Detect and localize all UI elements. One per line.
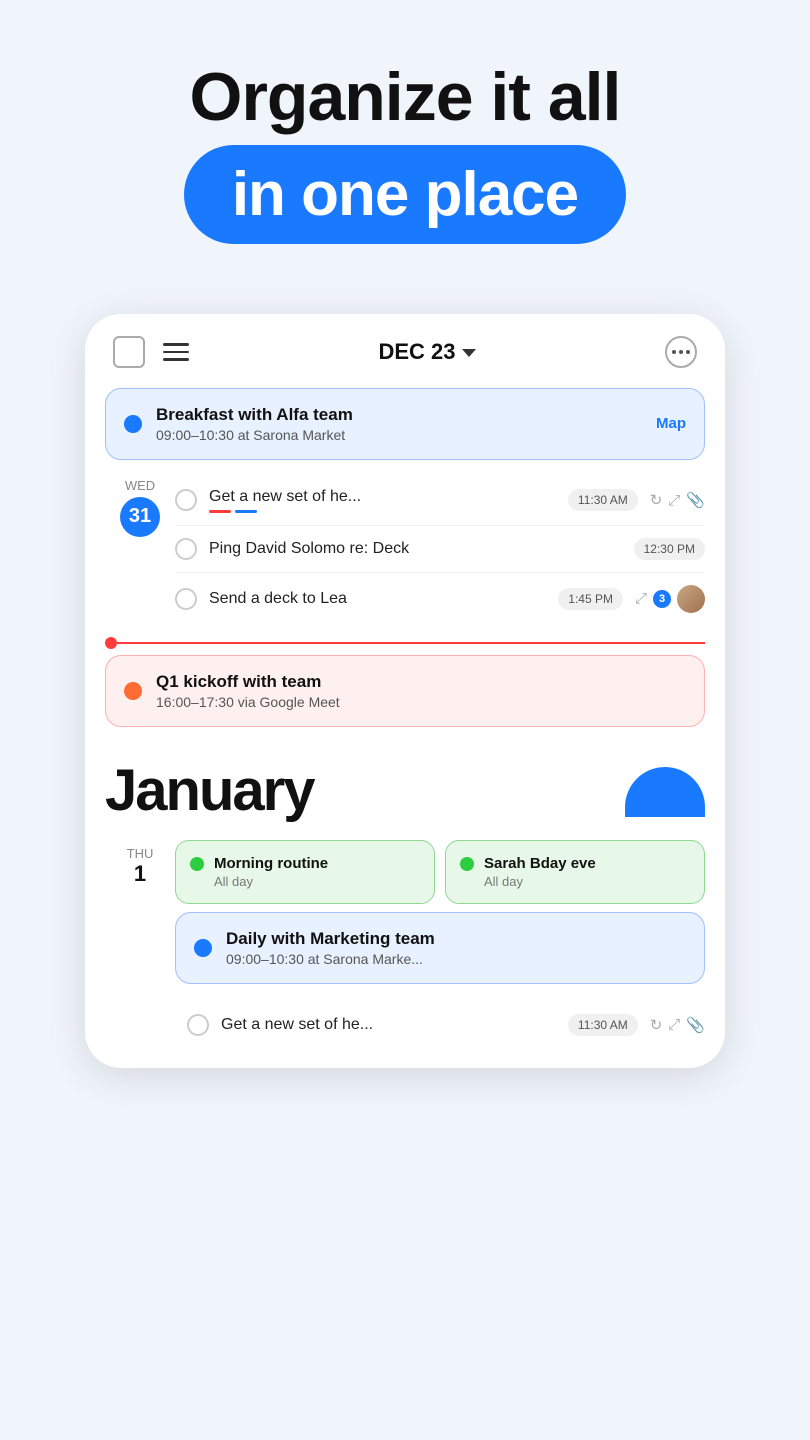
allday-card-sarah[interactable]: Sarah Bday eve All day bbox=[445, 840, 705, 904]
event-title: Breakfast with Alfa team bbox=[156, 405, 642, 425]
allday-sub: All day bbox=[214, 874, 328, 889]
month-title: January bbox=[105, 757, 625, 824]
kickoff-event-info: Q1 kickoff with team 16:00–17:30 via Goo… bbox=[156, 672, 686, 710]
kickoff-subtitle: 16:00–17:30 via Google Meet bbox=[156, 694, 686, 710]
dot-green bbox=[190, 857, 204, 871]
featured-event-section: Breakfast with Alfa team 09:00–10:30 at … bbox=[85, 378, 725, 460]
tasks-list-wed: Get a new set of he... 11:30 AM ↻ ⤢ 📎 Pi… bbox=[175, 476, 705, 625]
share-icon: ⤢ bbox=[668, 492, 680, 509]
app-mockup-card: DEC 23 Breakfast with Alfa team 09:00–10… bbox=[85, 314, 725, 1068]
event-info: Breakfast with Alfa team 09:00–10:30 at … bbox=[156, 405, 642, 443]
month-shape-icon bbox=[625, 767, 705, 817]
day-label-wed: WED 31 bbox=[105, 476, 175, 625]
thu-1-section: THU 1 Morning routine All day Sarah Bday… bbox=[85, 834, 725, 998]
featured-event-card[interactable]: Breakfast with Alfa team 09:00–10:30 at … bbox=[105, 388, 705, 460]
day-num-31: 31 bbox=[120, 497, 160, 537]
time-badge: 11:30 AM bbox=[568, 489, 638, 511]
hamburger-menu-icon[interactable] bbox=[163, 343, 189, 361]
time-badge: 12:30 PM bbox=[634, 538, 705, 560]
current-time-line bbox=[105, 637, 705, 649]
day-name-thu: THU bbox=[127, 846, 154, 861]
allday-info: Morning routine All day bbox=[214, 855, 328, 889]
header-date[interactable]: DEC 23 bbox=[378, 339, 475, 365]
checkbox-icon[interactable] bbox=[113, 336, 145, 368]
allday-row: Morning routine All day Sarah Bday eve A… bbox=[175, 840, 705, 904]
bar-blue bbox=[235, 510, 257, 513]
task-text: Get a new set of he... bbox=[221, 1016, 556, 1034]
task-text: Send a deck to Lea bbox=[209, 590, 546, 608]
task-icons: ↻ ⤢ 📎 bbox=[650, 1016, 705, 1034]
task-text: Get a new set of he... bbox=[209, 488, 556, 506]
attachment-icon: 📎 bbox=[686, 491, 705, 509]
event-dot-blue bbox=[194, 939, 212, 957]
kickoff-title: Q1 kickoff with team bbox=[156, 672, 686, 692]
event-dot-blue bbox=[124, 415, 142, 433]
day-label-thu: THU 1 bbox=[105, 840, 175, 992]
comment-badge: 3 bbox=[653, 590, 671, 608]
bar-red bbox=[209, 510, 231, 513]
bottom-tasks: Get a new set of he... 11:30 AM ↻ ⤢ 📎 bbox=[85, 998, 725, 1058]
task-row[interactable]: Send a deck to Lea 1:45 PM ⤢ 3 bbox=[175, 573, 705, 625]
task-icons: ↻ ⤢ 📎 bbox=[650, 491, 705, 509]
task-text: Ping David Solomo re: Deck bbox=[209, 540, 622, 558]
task-checkbox[interactable] bbox=[175, 489, 197, 511]
allday-title: Morning routine bbox=[214, 855, 328, 872]
date-label: DEC 23 bbox=[378, 339, 455, 365]
map-link[interactable]: Map bbox=[656, 415, 686, 432]
time-badge: 11:30 AM bbox=[568, 1014, 638, 1036]
time-badge: 1:45 PM bbox=[558, 588, 623, 610]
priority-bars bbox=[209, 510, 556, 513]
task-row[interactable]: Ping David Solomo re: Deck 12:30 PM bbox=[175, 526, 705, 573]
daily-event-sub: 09:00–10:30 at Sarona Marke... bbox=[226, 951, 686, 967]
hero-title-line2: in one place bbox=[232, 159, 578, 230]
allday-title: Sarah Bday eve bbox=[484, 855, 596, 872]
chevron-down-icon bbox=[462, 349, 476, 357]
hero-section: Organize it all in one place bbox=[0, 0, 810, 274]
jan-tasks: Morning routine All day Sarah Bday eve A… bbox=[175, 840, 705, 992]
hero-badge: in one place bbox=[184, 145, 626, 244]
attachment-icon: 📎 bbox=[686, 1016, 705, 1034]
task-icons: ⤢ 3 bbox=[635, 585, 705, 613]
task-content: Get a new set of he... bbox=[209, 488, 556, 513]
hero-title-line1: Organize it all bbox=[190, 60, 621, 135]
daily-event-info: Daily with Marketing team 09:00–10:30 at… bbox=[226, 929, 686, 967]
task-row[interactable]: Get a new set of he... 11:30 AM ↻ ⤢ 📎 bbox=[105, 1002, 705, 1048]
share-icon: ⤢ bbox=[668, 1016, 680, 1033]
daily-event-title: Daily with Marketing team bbox=[226, 929, 686, 949]
allday-sub: All day bbox=[484, 874, 596, 889]
allday-info: Sarah Bday eve All day bbox=[484, 855, 596, 889]
day-name-wed: WED bbox=[125, 478, 155, 493]
repeat-icon: ↻ bbox=[650, 1016, 663, 1034]
task-row[interactable]: Get a new set of he... 11:30 AM ↻ ⤢ 📎 bbox=[175, 476, 705, 526]
task-checkbox[interactable] bbox=[175, 538, 197, 560]
daily-marketing-event[interactable]: Daily with Marketing team 09:00–10:30 at… bbox=[175, 912, 705, 984]
task-checkbox[interactable] bbox=[175, 588, 197, 610]
allday-card-morning[interactable]: Morning routine All day bbox=[175, 840, 435, 904]
task-checkbox[interactable] bbox=[187, 1014, 209, 1036]
time-dot bbox=[105, 637, 117, 649]
day-num-1: 1 bbox=[134, 861, 146, 887]
month-header: January bbox=[85, 737, 725, 834]
header-left bbox=[113, 336, 189, 368]
avatar bbox=[677, 585, 705, 613]
event-dot-orange bbox=[124, 682, 142, 700]
app-header: DEC 23 bbox=[85, 314, 725, 378]
repeat-icon: ↻ bbox=[650, 491, 663, 509]
event-subtitle: 09:00–10:30 at Sarona Market bbox=[156, 427, 642, 443]
more-options-icon[interactable] bbox=[665, 336, 697, 368]
share-icon: ⤢ bbox=[635, 590, 647, 607]
time-bar bbox=[117, 642, 705, 644]
kickoff-event-card[interactable]: Q1 kickoff with team 16:00–17:30 via Goo… bbox=[105, 655, 705, 727]
wed-31-section: WED 31 Get a new set of he... 11:30 AM ↻… bbox=[85, 468, 725, 633]
dot-green bbox=[460, 857, 474, 871]
